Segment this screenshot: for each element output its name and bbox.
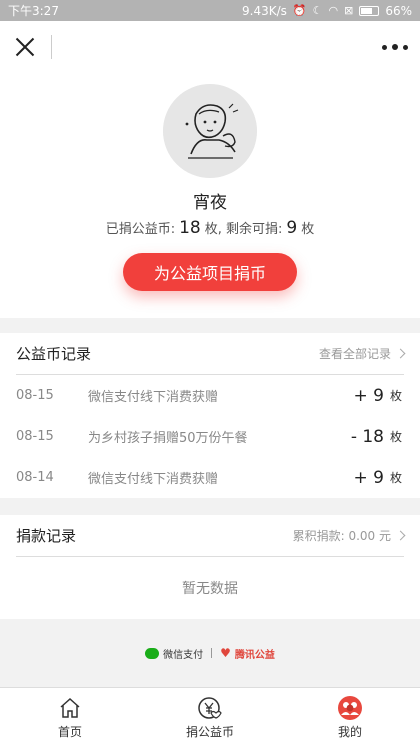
donation-records-card: 捐款记录 累积捐款: 0.00 元 暂无数据 bbox=[0, 515, 420, 619]
donation-total-link[interactable]: 累积捐款: 0.00 元 bbox=[292, 527, 406, 544]
record-desc: 微信支付线下消费获赠 bbox=[88, 390, 219, 405]
record-date: 08-15 bbox=[16, 429, 54, 444]
network-speed: 9.43K/s bbox=[242, 3, 287, 18]
yen-coin-icon bbox=[197, 695, 223, 721]
heart-icon: ♥ bbox=[220, 646, 231, 660]
record-desc: 为乡村孩子捐赠50万份午餐 bbox=[88, 431, 248, 446]
header-divider bbox=[51, 35, 52, 59]
donation-total-label: 累积捐款: bbox=[292, 529, 345, 543]
empty-state: 暂无数据 bbox=[182, 581, 238, 597]
more-dots-icon[interactable] bbox=[382, 41, 408, 53]
donation-records-title: 捐款记录 bbox=[16, 527, 77, 545]
coin-records-header: 公益币记录 查看全部记录 bbox=[16, 333, 406, 375]
view-all-label: 查看全部记录 bbox=[318, 347, 391, 361]
user-group-icon bbox=[337, 695, 363, 721]
nav-mine-label: 我的 bbox=[337, 725, 362, 739]
record-amount: - 18 bbox=[350, 426, 384, 447]
nav-donate-coin-label: 捐公益币 bbox=[185, 725, 234, 739]
bottom-nav: 首页 捐公益币 我的 bbox=[0, 687, 420, 747]
donation-records-header: 捐款记录 累积捐款: 0.00 元 bbox=[16, 515, 406, 557]
avatar-sketch-icon bbox=[163, 84, 257, 178]
record-row: 08-15 为乡村孩子捐赠50万份午餐 - 18 枚 bbox=[16, 416, 404, 457]
alarm-icon: ⏰ bbox=[292, 4, 307, 17]
wifi-icon: ◠ bbox=[328, 4, 339, 17]
nav-mine[interactable]: 我的 bbox=[280, 688, 420, 747]
record-date: 08-15 bbox=[16, 388, 54, 403]
coin-records-title: 公益币记录 bbox=[16, 345, 92, 363]
view-all-records-link[interactable]: 查看全部记录 bbox=[318, 345, 406, 362]
coin-records-card: 公益币记录 查看全部记录 08-15 微信支付线下消费获赠 + 9 枚 08-1… bbox=[0, 333, 420, 498]
record-amount: + 9 bbox=[353, 467, 384, 488]
donated-unit: 枚, bbox=[204, 222, 222, 237]
nav-donate-coin[interactable]: 捐公益币 bbox=[140, 688, 280, 747]
battery-percent: 66% bbox=[385, 3, 412, 18]
record-row: 08-15 微信支付线下消费获赠 + 9 枚 bbox=[16, 375, 404, 416]
remaining-count: 9 bbox=[286, 218, 298, 238]
footer-logos: 微信支付 ♥ 腾讯公益 bbox=[0, 619, 420, 687]
record-row: 08-14 微信支付线下消费获赠 + 9 枚 bbox=[16, 457, 404, 498]
record-unit: 枚 bbox=[390, 430, 403, 444]
chevron-right-icon bbox=[395, 530, 406, 541]
nav-home[interactable]: 首页 bbox=[0, 688, 140, 747]
donate-coins-button[interactable]: 为公益项目捐币 bbox=[123, 253, 297, 291]
tencent-charity-label: 腾讯公益 bbox=[234, 649, 275, 661]
nickname: 宵夜 bbox=[193, 193, 227, 213]
status-time: 下午3:27 bbox=[8, 4, 59, 18]
record-date: 08-14 bbox=[16, 470, 54, 485]
record-unit: 枚 bbox=[390, 389, 403, 403]
no-sim-icon: ⊠ bbox=[344, 4, 354, 17]
coin-records-list: 08-15 微信支付线下消费获赠 + 9 枚 08-15 为乡村孩子捐赠50万份… bbox=[0, 375, 420, 498]
status-bar: 下午3:27 9.43K/s ⏰ ☾ ◠ ⊠ 66% bbox=[0, 0, 420, 21]
record-amount: + 9 bbox=[353, 385, 384, 406]
profile-section: 宵夜 已捐公益币: 18 枚, 剩余可捐: 9 枚 为公益项目捐币 bbox=[0, 73, 420, 318]
wechat-pay-icon bbox=[145, 647, 160, 659]
avatar[interactable] bbox=[163, 84, 257, 178]
top-bar bbox=[0, 21, 420, 73]
remaining-unit: 枚 bbox=[301, 222, 315, 237]
logo-divider bbox=[211, 648, 213, 658]
record-desc: 微信支付线下消费获赠 bbox=[88, 472, 219, 487]
status-right: 9.43K/s ⏰ ☾ ◠ ⊠ 66% bbox=[242, 4, 412, 18]
battery-icon bbox=[359, 5, 380, 16]
donated-label: 已捐公益币: bbox=[105, 222, 176, 237]
record-unit: 枚 bbox=[390, 471, 403, 485]
remaining-label: 剩余可捐: bbox=[226, 222, 283, 237]
coin-stats: 已捐公益币: 18 枚, 剩余可捐: 9 枚 bbox=[0, 218, 420, 238]
nav-home-label: 首页 bbox=[57, 725, 82, 739]
chevron-right-icon bbox=[395, 348, 406, 359]
donation-total-value: 0.00 元 bbox=[348, 529, 391, 543]
home-icon bbox=[58, 695, 82, 721]
moon-icon: ☾ bbox=[312, 4, 323, 17]
donated-count: 18 bbox=[179, 218, 201, 238]
close-icon[interactable] bbox=[12, 34, 38, 60]
wechat-pay-label: 微信支付 bbox=[163, 649, 204, 661]
